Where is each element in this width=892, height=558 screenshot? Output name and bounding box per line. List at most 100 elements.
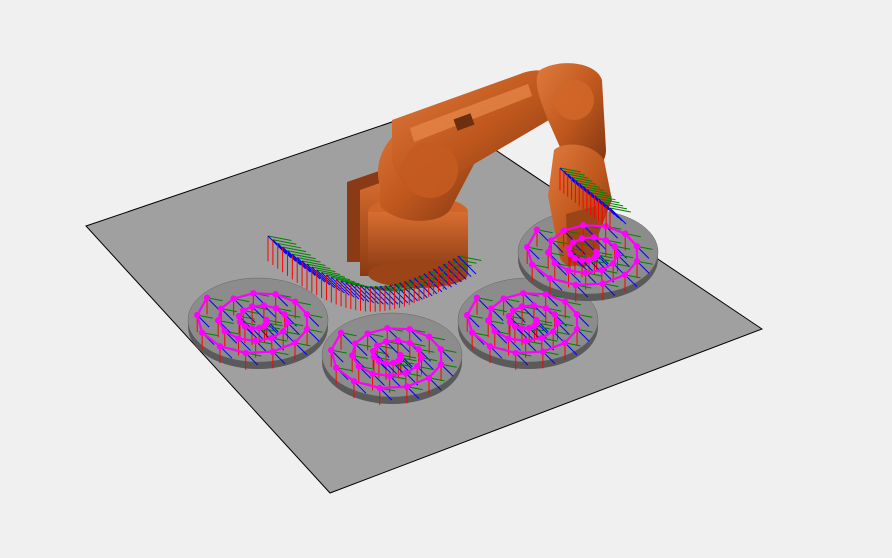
waypoint-marker [542,291,549,298]
waypoint-marker [585,256,593,264]
waypoint-marker [303,311,311,318]
waypoint-marker [364,330,371,337]
waypoint-marker [348,352,356,359]
waypoint-marker [291,339,299,347]
waypoint-marker [415,346,422,353]
robot-scene-viewport[interactable] [0,0,892,558]
waypoint-marker [506,318,514,326]
waypoint-marker [562,298,569,305]
waypoint-marker [633,258,641,265]
waypoint-marker [599,280,607,287]
waypoint-marker [235,335,242,342]
waypoint-marker [375,357,383,365]
waypoint-marker [376,384,383,392]
waypoint-marker [370,353,378,361]
waypoint-marker [332,364,340,371]
waypoint-marker [523,243,531,251]
waypoint-marker [473,294,481,301]
waypoint-marker [486,343,494,350]
waypoint-marker [272,291,279,298]
waypoint-marker [403,383,411,390]
waypoint-marker [578,257,586,264]
waypoint-marker [216,343,224,350]
waypoint-marker [622,230,629,237]
waypoint-marker [437,361,445,368]
waypoint-marker [382,338,390,345]
waypoint-marker [551,260,558,267]
waypoint-marker [426,333,433,340]
waypoint-marker [590,234,598,241]
waypoint-marker [369,370,376,377]
waypoint-marker [551,311,558,318]
waypoint-marker [374,342,381,349]
waypoint-marker [413,363,421,370]
waypoint-marker [505,335,512,342]
robot-elbow-joint [554,80,594,120]
waypoint-marker [522,337,529,345]
waypoint-marker [221,328,228,335]
waypoint-marker [518,303,526,310]
waypoint-marker [525,324,533,332]
waypoint-marker [582,269,589,277]
waypoint-marker [217,305,225,312]
waypoint-marker [214,317,222,324]
waypoint-marker [565,267,572,274]
waypoint-marker [571,254,579,262]
waypoint-marker [511,322,519,330]
waypoint-marker [418,354,425,361]
waypoint-marker [250,290,257,297]
waypoint-marker [491,328,498,335]
waypoint-marker [578,235,586,242]
waypoint-marker [386,372,393,380]
waypoint-marker [484,317,492,324]
waypoint-marker [268,334,275,342]
waypoint-marker [609,260,617,267]
waypoint-marker [252,337,259,345]
waypoint-marker [560,227,567,234]
waypoint-marker [542,304,549,312]
waypoint-marker [394,337,402,344]
waypoint-marker [203,294,211,301]
waypoint-marker [573,326,581,333]
waypoint-marker [544,249,552,256]
waypoint-marker [538,334,545,342]
waypoint-marker [382,360,390,367]
waypoint-marker [530,302,538,309]
waypoint-marker [621,271,629,279]
waypoint-marker [241,322,249,330]
waypoint-marker [570,239,577,246]
waypoint-marker [235,312,243,320]
waypoint-marker [255,324,263,332]
waypoint-marker [518,325,526,332]
waypoint-marker [260,302,268,309]
waypoint-marker [633,243,641,250]
waypoint-marker [303,326,311,333]
waypoint-marker [500,295,507,302]
waypoint-marker [384,325,391,332]
waypoint-marker [463,311,471,319]
waypoint-marker [505,312,513,320]
waypoint-marker [269,348,277,355]
waypoint-marker [554,319,561,326]
waypoint-marker [546,275,554,282]
waypoint-marker [236,318,244,326]
waypoint-marker [425,374,433,382]
waypoint-marker [565,244,573,252]
waypoint-marker [389,359,397,367]
waypoint-marker [566,250,574,258]
waypoint-marker [240,307,247,314]
waypoint-marker [520,290,527,297]
waypoint-marker [512,349,519,357]
waypoint-marker [468,329,476,336]
waypoint-marker [437,346,445,353]
waypoint-marker [337,329,345,336]
waypoint-marker [598,266,605,274]
waypoint-marker [248,303,256,310]
waypoint-marker [611,243,618,250]
waypoint-marker [487,305,495,312]
waypoint-marker [242,349,249,357]
waypoint-marker [351,340,359,347]
waypoint-marker [279,328,287,335]
waypoint-marker [602,236,609,244]
waypoint-marker [402,369,409,377]
